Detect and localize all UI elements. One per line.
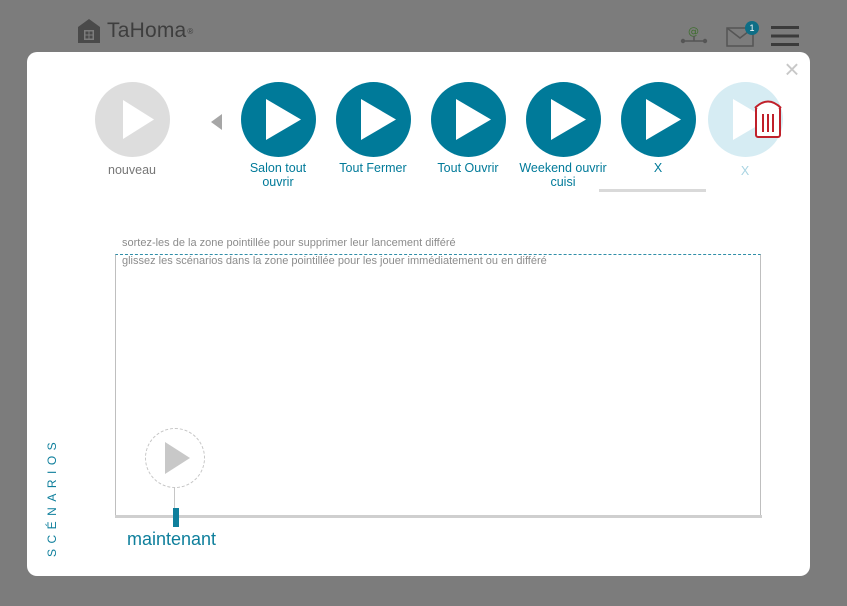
- top-bar: TaHoma ® @ 1: [0, 0, 847, 52]
- now-marker[interactable]: [173, 508, 179, 527]
- menu-icon[interactable]: [771, 25, 799, 47]
- drop-zone[interactable]: [115, 254, 761, 516]
- play-icon: [335, 82, 411, 157]
- brand-registered-mark: ®: [187, 26, 194, 36]
- section-title: SCÉNARIOS: [45, 436, 59, 557]
- scenario-label: Tout Ouvrir: [437, 161, 499, 175]
- scenarios-modal: × nouveau Salon tout ouvrir Tout Fermer …: [27, 52, 810, 576]
- drop-hint-text: glissez les scénarios dans la zone point…: [122, 255, 547, 267]
- scenario-label: Tout Fermer: [339, 161, 407, 175]
- scenario-salon-tout-ouvrir[interactable]: Salon tout ouvrir: [233, 82, 323, 189]
- new-scenario-button[interactable]: nouveau: [87, 82, 177, 177]
- now-play-placeholder[interactable]: [145, 428, 205, 488]
- scenario-weekend-ouvrir-cuisi[interactable]: Weekend ouvrir cuisi: [518, 82, 608, 189]
- brand-logo: TaHoma ®: [77, 18, 193, 44]
- scroll-left-arrow-icon[interactable]: [211, 114, 222, 130]
- play-icon: [240, 82, 316, 157]
- play-icon: [165, 442, 190, 474]
- scroll-indicator: [599, 189, 706, 192]
- mail-count-badge: 1: [745, 21, 759, 35]
- play-icon: [525, 82, 601, 157]
- new-scenario-label: nouveau: [108, 163, 156, 177]
- scenario-label: Weekend ouvrir cuisi: [519, 161, 607, 189]
- scenario-x[interactable]: X: [613, 82, 703, 175]
- scenario-tout-ouvrir[interactable]: Tout Ouvrir: [423, 82, 513, 175]
- scenario-label: X: [653, 161, 663, 175]
- play-icon: [94, 82, 170, 157]
- scenario-label: Salon tout ouvrir: [249, 161, 307, 189]
- remove-hint-text: sortez-les de la zone pointillée pour su…: [122, 237, 456, 249]
- scenario-tout-fermer[interactable]: Tout Fermer: [328, 82, 418, 175]
- brand-name: TaHoma: [107, 19, 187, 42]
- now-stem: [174, 488, 175, 509]
- house-logo-icon: [78, 19, 100, 43]
- dragged-scenario-label: X: [740, 164, 750, 178]
- now-label: maintenant: [127, 529, 217, 549]
- trash-icon[interactable]: [753, 99, 783, 139]
- close-icon[interactable]: ×: [782, 56, 802, 82]
- at-network-icon[interactable]: @: [680, 24, 708, 48]
- play-icon: [620, 82, 696, 157]
- play-icon: [430, 82, 506, 157]
- timeline-axis: [115, 515, 762, 518]
